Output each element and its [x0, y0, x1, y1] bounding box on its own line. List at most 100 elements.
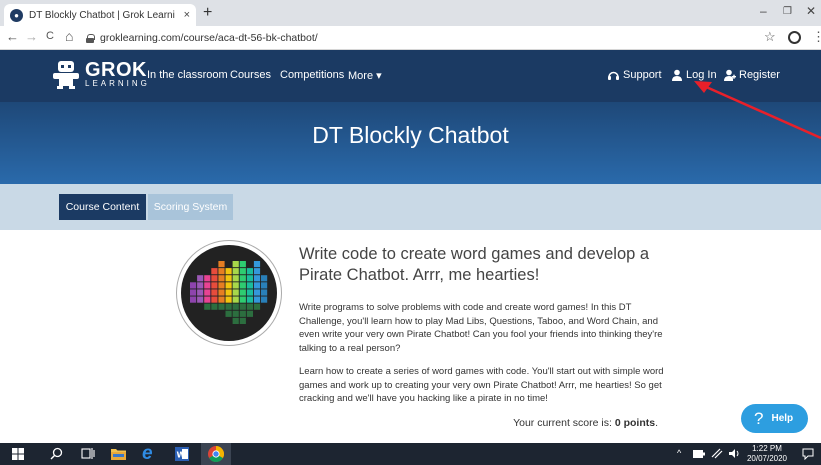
grid-tile: [246, 289, 253, 296]
grid-tile: [204, 282, 211, 289]
tab-scoring-system[interactable]: Scoring System: [148, 194, 233, 220]
minimize-button[interactable]: –: [760, 4, 767, 18]
grid-tile: [253, 282, 261, 289]
grid-tile: [239, 268, 246, 275]
grid-tile: [253, 296, 261, 303]
grid-tile: [204, 296, 211, 303]
grid-tile: [218, 268, 225, 275]
home-button[interactable]: ⌂: [65, 28, 73, 44]
grid-tile: [204, 275, 211, 282]
grid-tile: [246, 275, 253, 282]
grid-tile: [225, 268, 232, 275]
grid-tile: [225, 296, 232, 303]
grid-tile: [211, 296, 218, 303]
help-question-icon: ?: [754, 408, 764, 428]
volume-icon[interactable]: [729, 448, 741, 459]
support-icon: [608, 71, 619, 80]
nav-more-dropdown[interactable]: More ▾: [348, 69, 382, 82]
grid-tile: [239, 289, 246, 296]
score-period: .: [655, 417, 658, 429]
grid-tile: [246, 296, 253, 303]
grid-tile: [239, 261, 246, 268]
new-tab-button[interactable]: +: [203, 4, 212, 22]
nav-competitions[interactable]: Competitions: [280, 69, 344, 81]
grok-logo[interactable]: GROK LEARNING: [52, 60, 150, 90]
tab-course-content[interactable]: Course Content: [59, 194, 146, 220]
battery-icon[interactable]: [693, 450, 705, 458]
browser-menu-icon[interactable]: ⋮: [812, 29, 821, 45]
grid-tile: [246, 303, 253, 310]
file-explorer-icon[interactable]: [111, 447, 126, 460]
edge-browser-icon[interactable]: e: [142, 443, 153, 465]
logo-wordmark: GROK: [85, 59, 147, 81]
course-badge-graphic: [181, 245, 277, 341]
nav-courses[interactable]: Courses: [230, 69, 271, 81]
grid-tile: [218, 303, 225, 310]
grid-tile: [253, 303, 261, 310]
nav-in-the-classroom[interactable]: In the classroom: [147, 69, 228, 81]
grid-tile: [225, 282, 232, 289]
tray-chevron-up-icon[interactable]: ^: [677, 448, 681, 458]
grid-tile: [218, 275, 225, 282]
grid-tile: [218, 261, 225, 268]
nav-support[interactable]: Support: [623, 69, 662, 81]
course-description-1: Write programs to solve problems with co…: [299, 302, 663, 354]
grid-tile: [246, 310, 253, 317]
grid-tile: [225, 275, 232, 282]
grid-tile: [204, 303, 211, 310]
grid-tile: [197, 282, 204, 289]
grid-tile: [261, 275, 268, 282]
bookmark-star-icon[interactable]: ☆: [764, 29, 776, 45]
red-annotation-arrow-icon: [694, 81, 821, 140]
grid-tile: [239, 282, 246, 289]
chrome-icon: [208, 446, 224, 462]
wifi-icon[interactable]: [711, 448, 723, 459]
profile-avatar-icon[interactable]: [788, 31, 801, 44]
notification-icon[interactable]: [802, 448, 814, 460]
current-score: Your current score is: 0 points.: [513, 417, 658, 429]
url-field[interactable]: groklearning.com/course/aca-dt-56-bk-cha…: [86, 29, 806, 47]
grid-tile: [232, 268, 239, 275]
grid-tile: [253, 289, 261, 296]
back-button[interactable]: ←: [6, 29, 19, 44]
grid-tile: [225, 310, 232, 317]
grok-favicon-icon: ●: [10, 8, 23, 22]
course-description-2: Learn how to create a series of word gam…: [299, 366, 664, 405]
course-headline: Write code to create word games and deve…: [299, 245, 650, 284]
grid-tile: [204, 289, 211, 296]
grid-tile: [253, 261, 261, 268]
help-button[interactable]: ? Help: [741, 404, 808, 433]
grid-tile: [232, 303, 239, 310]
tab-close-icon[interactable]: ×: [184, 9, 190, 21]
grid-tile: [197, 296, 204, 303]
grid-tile: [232, 282, 239, 289]
grid-tile: [261, 282, 268, 289]
clock-time: 1:22 PM: [752, 444, 782, 453]
system-clock[interactable]: 1:22 PM 20/07/2020: [745, 444, 789, 463]
grid-tile: [239, 310, 246, 317]
score-value: 0 points: [614, 417, 656, 429]
browser-tab[interactable]: ● DT Blockly Chatbot | Grok Learni ×: [4, 4, 196, 26]
word-app-icon[interactable]: W: [175, 447, 189, 461]
grid-tile: [232, 261, 239, 268]
windows-start-icon[interactable]: [12, 448, 24, 460]
browser-tab-title: DT Blockly Chatbot | Grok Learni: [29, 9, 175, 21]
grid-tile: [218, 296, 225, 303]
grid-tile: [261, 296, 268, 303]
grid-tile: [232, 289, 239, 296]
user-icon: [672, 69, 682, 81]
grid-tile: [246, 282, 253, 289]
task-view-icon[interactable]: [81, 447, 95, 460]
forward-button[interactable]: →: [25, 29, 38, 44]
grok-robot-icon: [53, 61, 79, 89]
url-text: groklearning.com/course/aca-dt-56-bk-cha…: [100, 32, 318, 44]
grid-tile: [218, 282, 225, 289]
close-window-button[interactable]: ✕: [806, 4, 816, 18]
reload-button[interactable]: C: [46, 30, 54, 42]
grid-tile: [190, 289, 197, 296]
grid-tile: [211, 275, 218, 282]
colorful-grid-icon: [190, 261, 268, 324]
maximize-button[interactable]: ❐: [783, 6, 792, 17]
search-icon[interactable]: [50, 447, 63, 460]
grid-tile: [197, 275, 204, 282]
